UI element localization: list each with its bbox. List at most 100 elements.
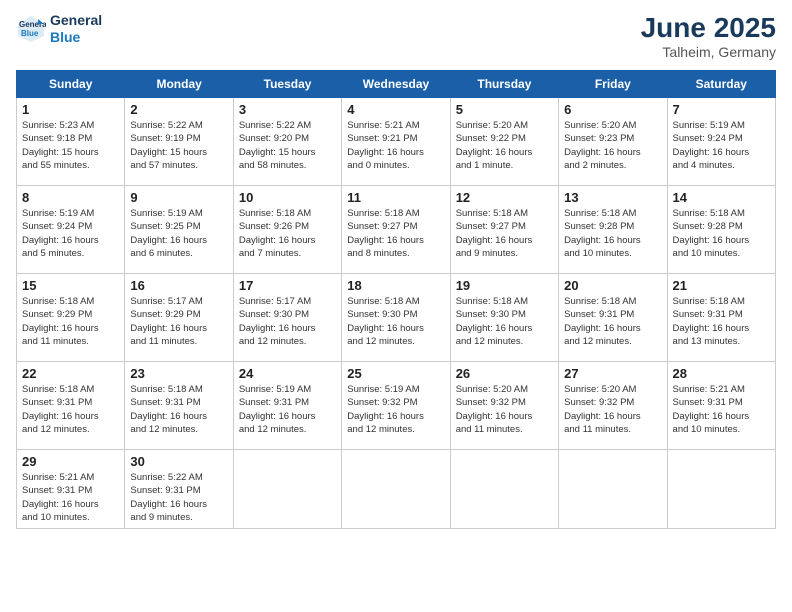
calendar-cell-21: 21Sunrise: 5:18 AM Sunset: 9:31 PM Dayli… bbox=[667, 274, 775, 362]
day-number: 27 bbox=[564, 366, 661, 381]
calendar-cell-20: 20 Sunrise: 5:18 AM Sunset: 9:31 PM Dayli… bbox=[559, 274, 667, 362]
calendar-cell-27: 27 Sunrise: 5:20 AM Sunset: 9:32 PM Dayli… bbox=[559, 362, 667, 450]
logo-icon: General Blue bbox=[16, 14, 46, 44]
day-info: Sunrise: 5:17 AM Sunset: 9:30 PM Dayligh… bbox=[239, 295, 336, 348]
day-number: 20 bbox=[564, 278, 661, 293]
day-number: 15 bbox=[22, 278, 119, 293]
calendar-cell-18: 18Sunrise: 5:18 AM Sunset: 9:30 PM Dayli… bbox=[342, 274, 450, 362]
day-number: 7 bbox=[673, 102, 770, 117]
header-friday: Friday bbox=[559, 71, 667, 98]
calendar-cell-15: 15 Sunrise: 5:18 AM Sunset: 9:29 PM Dayli… bbox=[17, 274, 125, 362]
day-info: Sunrise: 5:18 AM Sunset: 9:27 PM Dayligh… bbox=[347, 207, 444, 260]
day-info: Sunrise: 5:19 AM Sunset: 9:25 PM Dayligh… bbox=[130, 207, 227, 260]
calendar-cell-8: 8 Sunrise: 5:19 AM Sunset: 9:24 PM Daylig… bbox=[17, 186, 125, 274]
day-info: Sunrise: 5:18 AM Sunset: 9:30 PM Dayligh… bbox=[456, 295, 553, 348]
calendar-cell-31 bbox=[233, 450, 341, 529]
day-number: 11 bbox=[347, 190, 444, 205]
header-sunday: Sunday bbox=[17, 71, 125, 98]
header-monday: Monday bbox=[125, 71, 233, 98]
svg-text:Blue: Blue bbox=[21, 29, 39, 38]
day-info: Sunrise: 5:23 AM Sunset: 9:18 PM Dayligh… bbox=[22, 119, 119, 172]
calendar-cell-3: 3 Sunrise: 5:22 AM Sunset: 9:20 PM Daylig… bbox=[233, 98, 341, 186]
day-info: Sunrise: 5:18 AM Sunset: 9:29 PM Dayligh… bbox=[22, 295, 119, 348]
calendar-cell-24: 24 Sunrise: 5:19 AM Sunset: 9:31 PM Dayli… bbox=[233, 362, 341, 450]
calendar-cell-34 bbox=[559, 450, 667, 529]
header-wednesday: Wednesday bbox=[342, 71, 450, 98]
week-row-2: 8 Sunrise: 5:19 AM Sunset: 9:24 PM Daylig… bbox=[17, 186, 776, 274]
calendar-cell-25: 25 Sunrise: 5:19 AM Sunset: 9:32 PM Dayli… bbox=[342, 362, 450, 450]
day-number: 19 bbox=[456, 278, 553, 293]
calendar-cell-4: 4Sunrise: 5:21 AM Sunset: 9:21 PM Daylig… bbox=[342, 98, 450, 186]
day-number: 26 bbox=[456, 366, 553, 381]
logo: General Blue General Blue bbox=[16, 12, 102, 46]
svg-text:General: General bbox=[19, 20, 46, 29]
day-number: 4 bbox=[347, 102, 444, 117]
calendar-cell-1: 1Sunrise: 5:23 AM Sunset: 9:18 PM Daylig… bbox=[17, 98, 125, 186]
header-thursday: Thursday bbox=[450, 71, 558, 98]
day-number: 2 bbox=[130, 102, 227, 117]
day-number: 24 bbox=[239, 366, 336, 381]
day-info: Sunrise: 5:18 AM Sunset: 9:31 PM Dayligh… bbox=[130, 383, 227, 436]
calendar-cell-33 bbox=[450, 450, 558, 529]
calendar-cell-23: 23 Sunrise: 5:18 AM Sunset: 9:31 PM Dayli… bbox=[125, 362, 233, 450]
calendar-cell-30: 30Sunrise: 5:22 AM Sunset: 9:31 PM Dayli… bbox=[125, 450, 233, 529]
day-number: 14 bbox=[673, 190, 770, 205]
week-row-1: 1Sunrise: 5:23 AM Sunset: 9:18 PM Daylig… bbox=[17, 98, 776, 186]
month-title: June 2025 bbox=[641, 12, 776, 44]
week-row-3: 15 Sunrise: 5:18 AM Sunset: 9:29 PM Dayli… bbox=[17, 274, 776, 362]
week-row-5: 29Sunrise: 5:21 AM Sunset: 9:31 PM Dayli… bbox=[17, 450, 776, 529]
day-info: Sunrise: 5:18 AM Sunset: 9:26 PM Dayligh… bbox=[239, 207, 336, 260]
logo-text-general: General bbox=[50, 12, 102, 29]
day-info: Sunrise: 5:19 AM Sunset: 9:32 PM Dayligh… bbox=[347, 383, 444, 436]
day-info: Sunrise: 5:18 AM Sunset: 9:28 PM Dayligh… bbox=[673, 207, 770, 260]
day-number: 9 bbox=[130, 190, 227, 205]
calendar-cell-35 bbox=[667, 450, 775, 529]
header-saturday: Saturday bbox=[667, 71, 775, 98]
calendar-table: Sunday Monday Tuesday Wednesday Thursday… bbox=[16, 70, 776, 529]
weekday-header-row: Sunday Monday Tuesday Wednesday Thursday… bbox=[17, 71, 776, 98]
day-number: 22 bbox=[22, 366, 119, 381]
header: General Blue General Blue June 2025 Talh… bbox=[16, 12, 776, 60]
page: General Blue General Blue June 2025 Talh… bbox=[0, 0, 792, 612]
calendar-cell-11: 11 Sunrise: 5:18 AM Sunset: 9:27 PM Dayli… bbox=[342, 186, 450, 274]
day-number: 16 bbox=[130, 278, 227, 293]
day-info: Sunrise: 5:22 AM Sunset: 9:20 PM Dayligh… bbox=[239, 119, 336, 172]
day-info: Sunrise: 5:17 AM Sunset: 9:29 PM Dayligh… bbox=[130, 295, 227, 348]
day-number: 8 bbox=[22, 190, 119, 205]
header-tuesday: Tuesday bbox=[233, 71, 341, 98]
calendar-cell-9: 9 Sunrise: 5:19 AM Sunset: 9:25 PM Daylig… bbox=[125, 186, 233, 274]
day-number: 23 bbox=[130, 366, 227, 381]
day-number: 17 bbox=[239, 278, 336, 293]
calendar-cell-26: 26 Sunrise: 5:20 AM Sunset: 9:32 PM Dayli… bbox=[450, 362, 558, 450]
day-number: 5 bbox=[456, 102, 553, 117]
logo-text-blue: Blue bbox=[50, 29, 102, 46]
day-info: Sunrise: 5:20 AM Sunset: 9:32 PM Dayligh… bbox=[456, 383, 553, 436]
day-info: Sunrise: 5:20 AM Sunset: 9:32 PM Dayligh… bbox=[564, 383, 661, 436]
day-number: 29 bbox=[22, 454, 119, 469]
day-info: Sunrise: 5:19 AM Sunset: 9:24 PM Dayligh… bbox=[22, 207, 119, 260]
calendar-cell-2: 2 Sunrise: 5:22 AM Sunset: 9:19 PM Daylig… bbox=[125, 98, 233, 186]
calendar-cell-7: 7Sunrise: 5:19 AM Sunset: 9:24 PM Daylig… bbox=[667, 98, 775, 186]
calendar-cell-10: 10Sunrise: 5:18 AM Sunset: 9:26 PM Dayli… bbox=[233, 186, 341, 274]
calendar-cell-32 bbox=[342, 450, 450, 529]
calendar-cell-13: 13 Sunrise: 5:18 AM Sunset: 9:28 PM Dayli… bbox=[559, 186, 667, 274]
day-info: Sunrise: 5:19 AM Sunset: 9:31 PM Dayligh… bbox=[239, 383, 336, 436]
day-number: 3 bbox=[239, 102, 336, 117]
day-number: 28 bbox=[673, 366, 770, 381]
day-number: 25 bbox=[347, 366, 444, 381]
calendar-cell-28: 28Sunrise: 5:21 AM Sunset: 9:31 PM Dayli… bbox=[667, 362, 775, 450]
day-info: Sunrise: 5:22 AM Sunset: 9:19 PM Dayligh… bbox=[130, 119, 227, 172]
day-info: Sunrise: 5:18 AM Sunset: 9:31 PM Dayligh… bbox=[564, 295, 661, 348]
calendar-cell-29: 29Sunrise: 5:21 AM Sunset: 9:31 PM Dayli… bbox=[17, 450, 125, 529]
day-number: 18 bbox=[347, 278, 444, 293]
calendar-cell-6: 6Sunrise: 5:20 AM Sunset: 9:23 PM Daylig… bbox=[559, 98, 667, 186]
day-number: 12 bbox=[456, 190, 553, 205]
day-info: Sunrise: 5:22 AM Sunset: 9:31 PM Dayligh… bbox=[130, 471, 227, 524]
day-info: Sunrise: 5:18 AM Sunset: 9:28 PM Dayligh… bbox=[564, 207, 661, 260]
calendar-cell-19: 19 Sunrise: 5:18 AM Sunset: 9:30 PM Dayli… bbox=[450, 274, 558, 362]
calendar-cell-16: 16 Sunrise: 5:17 AM Sunset: 9:29 PM Dayli… bbox=[125, 274, 233, 362]
title-area: June 2025 Talheim, Germany bbox=[641, 12, 776, 60]
day-number: 13 bbox=[564, 190, 661, 205]
calendar-cell-17: 17 Sunrise: 5:17 AM Sunset: 9:30 PM Dayli… bbox=[233, 274, 341, 362]
day-info: Sunrise: 5:20 AM Sunset: 9:23 PM Dayligh… bbox=[564, 119, 661, 172]
